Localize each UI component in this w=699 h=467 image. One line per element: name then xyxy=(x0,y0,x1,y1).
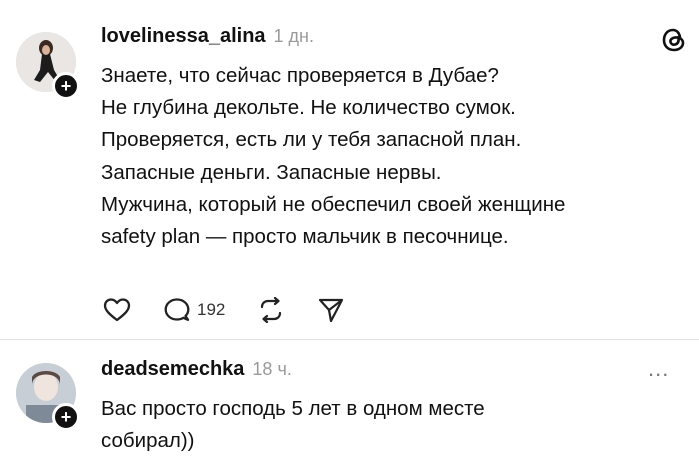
username[interactable]: deadsemechka xyxy=(101,358,244,381)
follow-plus-icon[interactable]: + xyxy=(52,72,80,100)
text-line: Запасные деньги. Запасные нервы. xyxy=(101,160,442,184)
post-header: lovelinessa_alina 1 дн. xyxy=(101,25,314,51)
more-icon[interactable]: ... xyxy=(648,356,669,382)
reply-button[interactable]: 192 xyxy=(163,297,225,323)
text-line: safety plan — просто мальчик в песочнице… xyxy=(101,225,509,249)
heart-icon xyxy=(103,298,131,322)
avatar-wrap[interactable]: + xyxy=(16,32,80,100)
reply-count: 192 xyxy=(197,300,226,319)
repost-icon xyxy=(261,297,282,323)
text-line: Знаете, что сейчас проверяется в Дубае? xyxy=(101,64,499,87)
post-body: Вас просто господь 5 лет в одном месте с… xyxy=(101,393,485,457)
text-line: собирал)) xyxy=(101,429,195,453)
post-header: deadsemechka 18 ч. xyxy=(101,358,292,384)
post-body: Знаете, что сейчас проверяется в Дубае? … xyxy=(101,60,565,253)
username[interactable]: lovelinessa_alina xyxy=(101,25,266,48)
repost-button[interactable] xyxy=(257,297,285,323)
post-deadsemechka: + deadsemechka 18 ч. ... Вас просто госп… xyxy=(0,340,699,467)
comment-icon xyxy=(164,298,190,321)
timestamp: 18 ч. xyxy=(252,359,292,379)
follow-plus-icon[interactable]: + xyxy=(52,403,80,431)
text-line: Вас просто господь 5 лет в одном месте xyxy=(101,397,485,420)
text-line: Проверяется, есть ли у тебя запасной пла… xyxy=(101,128,522,152)
send-icon xyxy=(319,298,344,323)
action-bar: 192 xyxy=(103,297,377,323)
avatar-wrap[interactable]: + xyxy=(16,363,80,431)
post-lovelinessa: + lovelinessa_alina 1 дн. Знаете, что се… xyxy=(0,0,699,340)
text-line: Мужчина, который не обеспечил своей женщ… xyxy=(101,192,566,216)
timestamp: 1 дн. xyxy=(273,26,315,46)
threads-icon[interactable] xyxy=(659,25,689,55)
text-line: Не глубина декольте. Не количество сумок… xyxy=(101,96,516,120)
like-button[interactable] xyxy=(103,297,131,323)
share-button[interactable] xyxy=(317,297,345,323)
